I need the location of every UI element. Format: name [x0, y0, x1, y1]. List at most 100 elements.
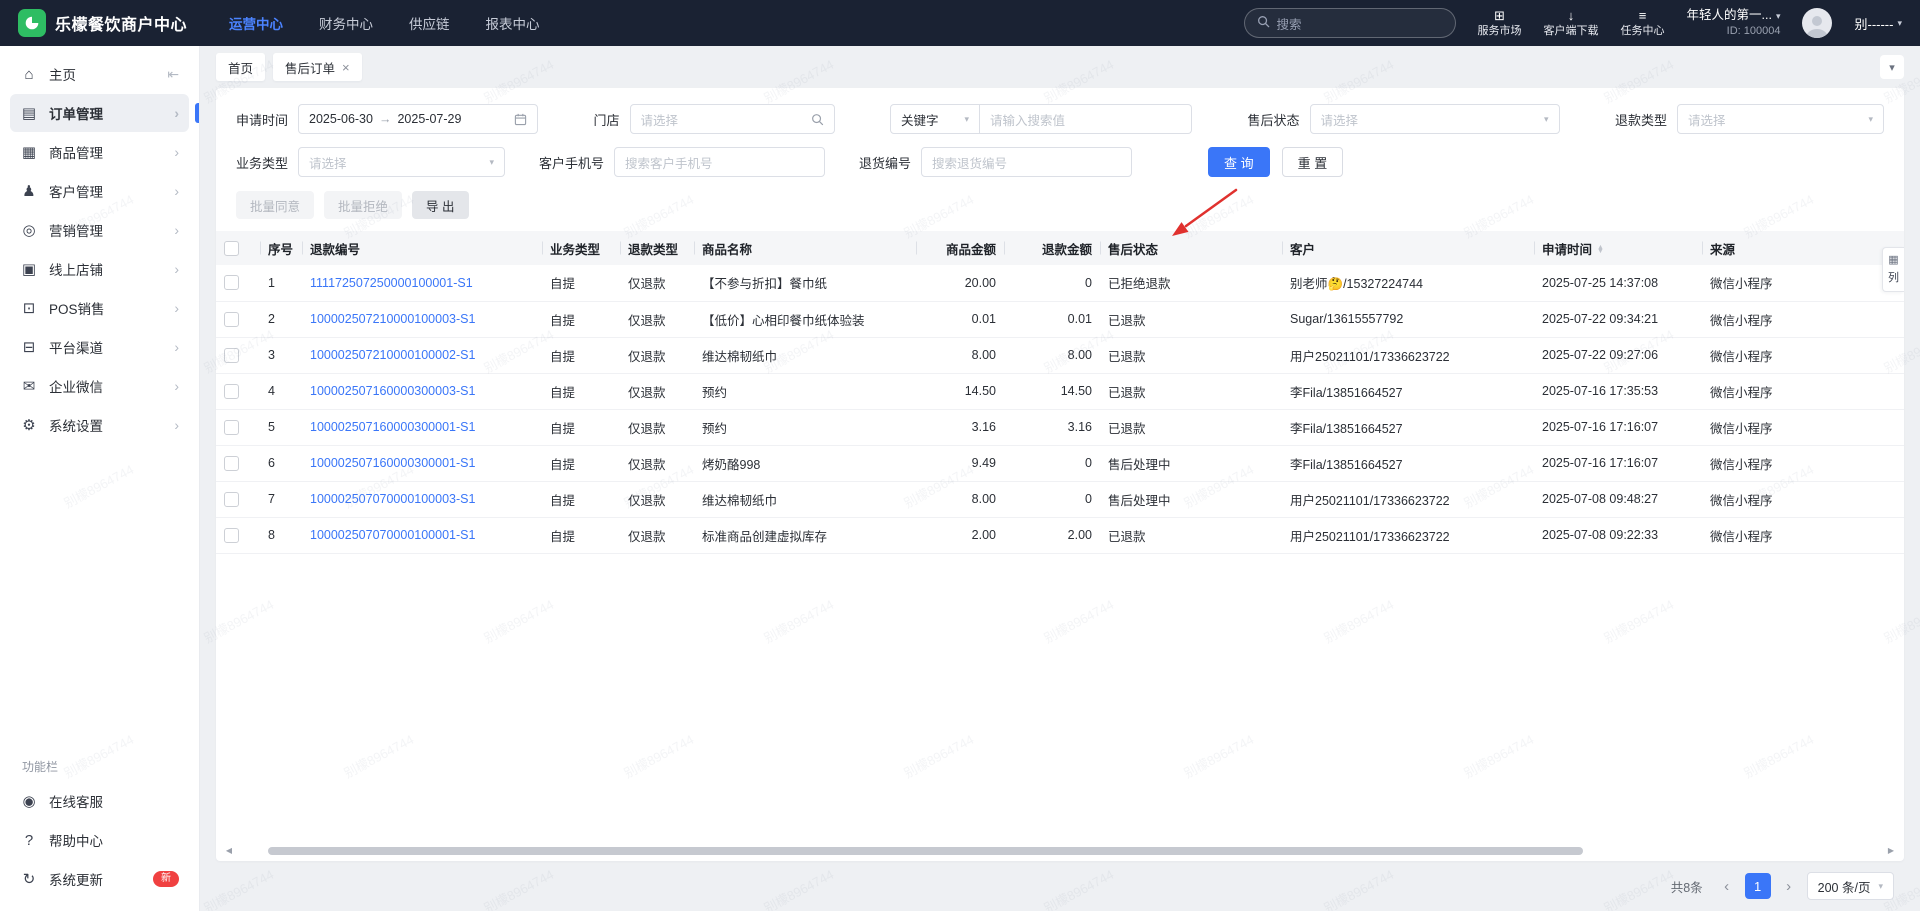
column-settings-button[interactable]: ▦ 列: [1882, 247, 1904, 292]
chevron-right-icon[interactable]: ›: [174, 222, 179, 238]
select-all-checkbox[interactable]: [224, 240, 239, 256]
nav-report-center[interactable]: 报表中心: [486, 13, 540, 33]
chevron-right-icon[interactable]: ›: [174, 417, 179, 433]
batch-reject-button[interactable]: 批量拒绝: [324, 191, 403, 219]
refund-no-link[interactable]: 111172507250000100001-S1: [310, 276, 473, 290]
global-search-input[interactable]: 搜索: [1243, 8, 1456, 38]
collapse-sidebar-icon[interactable]: ⇤: [167, 66, 179, 83]
cell-after-sale-status: 已退款: [1100, 301, 1282, 338]
export-button[interactable]: 导 出: [412, 191, 469, 219]
row-checkbox[interactable]: [224, 275, 239, 291]
tab-list-collapse-button[interactable]: ▾: [1880, 55, 1904, 79]
cell-product-amount: 20.00: [916, 265, 1004, 302]
sidebar-menu: ⌂ 主页 ⇤ ▤ 订单管理 › ▦ 商品管理 › ♟ 客户管理 › ◎ 营销管理…: [0, 54, 199, 445]
header-quick-link[interactable]: ⊞ 服务市场: [1478, 8, 1522, 37]
cell-business-type: 自提: [542, 337, 620, 374]
after-sale-status-select[interactable]: 请选择 ▾: [1309, 104, 1560, 134]
tab-home[interactable]: 首页: [216, 53, 266, 81]
sidebar-item-online-store[interactable]: ▣ 线上店铺 ›: [10, 250, 189, 288]
col-select: [216, 231, 260, 265]
row-checkbox[interactable]: [224, 419, 239, 435]
sidebar-item-channels[interactable]: ⊟ 平台渠道 ›: [10, 328, 189, 366]
refund-no-link[interactable]: 100002507210000100002-S1: [310, 348, 475, 362]
sidebar-item-customers[interactable]: ♟ 客户管理 ›: [10, 172, 189, 210]
sidebar-item-orders[interactable]: ▤ 订单管理 ›: [10, 94, 189, 132]
start-date-value[interactable]: 2025-06-30: [309, 112, 373, 126]
filter-business-type: 业务类型 请选择 ▾: [236, 147, 506, 177]
table-row: 7 100002507070000100003-S1 自提 仅退款 维达棉韧纸巾…: [216, 481, 1904, 518]
nav-operations-center[interactable]: 运营中心: [229, 13, 283, 33]
date-range-input[interactable]: 2025-06-30 → 2025-07-29: [298, 104, 539, 134]
row-checkbox[interactable]: [224, 491, 239, 507]
sort-icon[interactable]: ▲ ▼: [1597, 244, 1604, 255]
sidebar-item-goods[interactable]: ▦ 商品管理 ›: [10, 133, 189, 171]
sidebar-item-online-support[interactable]: ◉ 在线客服: [10, 782, 189, 820]
scroll-left-icon[interactable]: ◀: [222, 847, 236, 855]
nav-finance-center[interactable]: 财务中心: [319, 13, 373, 33]
sidebar-item-system-update[interactable]: ↻ 系统更新 新: [10, 860, 189, 898]
chevron-right-icon[interactable]: ›: [174, 378, 179, 394]
chevron-right-icon[interactable]: ›: [174, 261, 179, 277]
refund-no-link[interactable]: 100002507070000100003-S1: [310, 492, 475, 506]
prev-page-button[interactable]: ‹: [1717, 878, 1737, 895]
refund-type-select[interactable]: 请选择 ▾: [1677, 104, 1884, 134]
customer-phone-input[interactable]: 搜索客户手机号: [614, 147, 826, 177]
tab-after-sale-orders[interactable]: 售后订单 ×: [273, 53, 362, 81]
keyword-input[interactable]: 请输入搜索值: [980, 104, 1192, 134]
close-icon[interactable]: ×: [342, 61, 350, 74]
row-checkbox[interactable]: [224, 311, 239, 327]
sidebar-item-home[interactable]: ⌂ 主页 ⇤: [10, 55, 189, 93]
chevron-right-icon[interactable]: ›: [174, 105, 179, 121]
batch-approve-button[interactable]: 批量同意: [236, 191, 315, 219]
chevron-right-icon[interactable]: ›: [174, 300, 179, 316]
next-page-button[interactable]: ›: [1779, 878, 1799, 895]
user-account-menu[interactable]: 别------ ▾: [1854, 14, 1902, 33]
return-no-input[interactable]: 搜索退货编号: [921, 147, 1133, 177]
horizontal-scrollbar: ◀ ▶: [222, 845, 1898, 857]
after-sale-orders-table: 序号 退款编号 业务类型 退款类型 商品名称 商品金额 退款金额 售后状态 客户: [216, 231, 1904, 554]
sidebar-item-wecom[interactable]: ✉ 企业微信 ›: [10, 367, 189, 405]
cell-after-sale-status: 已退款: [1100, 337, 1282, 374]
scrollbar-thumb[interactable]: [268, 847, 1584, 855]
store-select[interactable]: 请选择: [629, 104, 835, 134]
sidebar-item-marketing[interactable]: ◎ 营销管理 ›: [10, 211, 189, 249]
keyword-type-select[interactable]: 关键字 ▾: [890, 104, 980, 134]
refund-no-link[interactable]: 100002507160000300001-S1: [310, 420, 475, 434]
pagination: 共8条 ‹ 1 › 200 条/页 ▾: [200, 861, 1920, 911]
filter-return-no: 退货编号 搜索退货编号: [859, 147, 1133, 177]
refund-no-link[interactable]: 100002507160000300003-S1: [310, 384, 475, 398]
refund-no-link[interactable]: 100002507210000100003-S1: [310, 312, 475, 326]
reset-button[interactable]: 重 置: [1281, 147, 1344, 177]
table-row: 2 100002507210000100003-S1 自提 仅退款 【低价】心相…: [216, 301, 1904, 338]
page-size-select[interactable]: 200 条/页 ▾: [1806, 872, 1894, 900]
query-button[interactable]: 查 询: [1208, 147, 1270, 177]
nav-supply-chain[interactable]: 供应链: [409, 13, 450, 33]
sidebar-item-help-center[interactable]: ? 帮助中心: [10, 821, 189, 859]
header-quick-link[interactable]: ↓ 客户端下载: [1544, 8, 1599, 37]
refund-no-link[interactable]: 100002507070000100001-S1: [310, 528, 475, 542]
row-checkbox[interactable]: [224, 383, 239, 399]
current-page-button[interactable]: 1: [1744, 873, 1771, 899]
scroll-right-icon[interactable]: ▶: [1884, 847, 1898, 855]
refund-no-link[interactable]: 100002507160000300001-S1: [310, 456, 475, 470]
row-checkbox[interactable]: [224, 455, 239, 471]
sidebar-item-settings[interactable]: ⚙ 系统设置 ›: [10, 406, 189, 444]
user-avatar[interactable]: [1802, 8, 1833, 38]
end-date-value[interactable]: 2025-07-29: [397, 112, 461, 126]
chevron-right-icon[interactable]: ›: [174, 339, 179, 355]
header-quick-link[interactable]: ≡ 任务中心: [1621, 8, 1665, 37]
help-icon: ?: [24, 831, 34, 849]
top-nav: 运营中心 财务中心 供应链 报表中心: [229, 13, 540, 33]
row-checkbox[interactable]: [224, 347, 239, 363]
cell-product-amount: 0.01: [916, 301, 1004, 338]
sidebar-item-pos-sales[interactable]: ⊡ POS销售 ›: [10, 289, 189, 327]
merchant-account-menu[interactable]: 年轻人的第一... ▾ ID: 100004: [1687, 7, 1781, 39]
chevron-right-icon[interactable]: ›: [174, 183, 179, 199]
row-checkbox[interactable]: [224, 527, 239, 543]
business-type-select[interactable]: 请选择 ▾: [298, 147, 506, 177]
cell-product-amount: 8.00: [916, 337, 1004, 374]
brand[interactable]: 乐檬餐饮商户中心: [18, 9, 187, 37]
scrollbar-track[interactable]: [238, 847, 1882, 855]
chevron-right-icon[interactable]: ›: [174, 144, 179, 160]
chevron-down-icon: ▾: [1889, 61, 1895, 74]
